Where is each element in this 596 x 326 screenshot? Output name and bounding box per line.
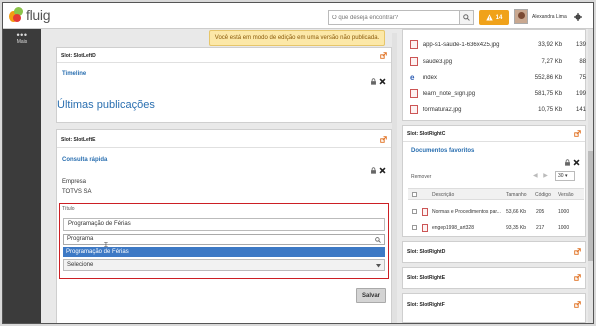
search-icon <box>375 237 381 243</box>
table-header: Descrição Tamanho Código Versão <box>408 188 584 200</box>
column-header[interactable]: Tamanho <box>506 192 527 198</box>
lock-icon[interactable] <box>370 167 377 174</box>
slot-edit-button[interactable] <box>574 301 581 310</box>
timeline-title: Timeline <box>62 71 87 77</box>
slot-title: Slot: SlotRightE <box>407 275 446 281</box>
slot-edit-button[interactable] <box>574 274 581 283</box>
column-header[interactable]: Versão <box>558 192 574 198</box>
row-checkbox[interactable] <box>412 209 417 214</box>
close-icon[interactable] <box>573 159 580 166</box>
lock-icon[interactable] <box>370 78 377 85</box>
select-field[interactable]: Selecione <box>63 259 385 271</box>
close-icon[interactable] <box>379 78 386 85</box>
table-row[interactable]: engep1998_art328 93,35 Kb 217 1000 <box>408 221 584 235</box>
more-icon[interactable]: ••• <box>3 31 41 40</box>
page-scrollbar[interactable] <box>588 29 593 323</box>
edit-layout-icon <box>380 52 387 59</box>
list-item[interactable]: formatura2.jpg 10,75 Kb 141 <box>410 101 586 118</box>
edit-mode-banner: Você está em modo de edição em uma versã… <box>209 30 385 46</box>
edit-layout-icon <box>574 248 581 255</box>
list-item[interactable]: saude3.jpg 7,27 Kb 88 <box>410 53 586 70</box>
fluig-logo-icon <box>9 7 23 23</box>
edit-layout-icon <box>380 136 387 143</box>
document-icon <box>422 224 428 232</box>
settings-button[interactable] <box>574 13 582 23</box>
widget-controls <box>370 78 386 85</box>
table-row[interactable]: Normas e Procedimentos par... 53,66 Kb 2… <box>408 205 584 219</box>
titulo-field[interactable]: Programação de Férias <box>63 218 385 231</box>
slot-title: Slot: SlotLeftE <box>61 137 96 143</box>
scrollbar-thumb[interactable] <box>588 151 593 261</box>
image-file-icon <box>410 89 418 98</box>
gear-icon <box>574 13 582 21</box>
edit-layout-icon <box>574 130 581 137</box>
slot-right-d-panel: Slot: SlotRightD <box>402 241 586 263</box>
lock-icon[interactable] <box>564 159 571 166</box>
slot-title: Slot: SlotLeftD <box>61 53 96 59</box>
search-icon <box>463 14 470 21</box>
image-file-icon <box>410 105 418 114</box>
list-item[interactable]: app-s1-saude-1-636x425.jpg 33,92 Kb 139 <box>410 36 586 53</box>
select-all-checkbox[interactable] <box>412 192 417 197</box>
remove-link[interactable]: Remover <box>411 174 431 180</box>
page-size-value: 30 <box>558 173 564 179</box>
slot-edit-button[interactable] <box>380 52 387 61</box>
logo-text: fluig <box>26 7 51 23</box>
search-input[interactable] <box>329 11 457 24</box>
edit-layout-icon <box>574 274 581 281</box>
app-window: fluig 14 Alexandra Lima ••• Mais Você es… <box>2 2 594 324</box>
row-checkbox[interactable] <box>412 225 417 230</box>
chevron-down-icon <box>376 264 381 268</box>
avatar <box>514 9 528 24</box>
quick-query-title: Consulta rápida <box>62 157 108 163</box>
notification-count: 14 <box>495 14 503 21</box>
titulo-label: Título <box>62 206 75 212</box>
warning-icon <box>485 14 493 21</box>
slot-left-d-panel: Slot: SlotLeftD Timeline <box>56 47 392 123</box>
image-file-icon <box>410 57 418 66</box>
left-sidebar: ••• Mais <box>3 29 41 323</box>
user-name: Alexandra Lima <box>532 13 567 20</box>
global-search <box>328 10 474 25</box>
dropdown-search-value: Programa <box>67 236 94 242</box>
favorite-docs-title: Documentos favoritos <box>411 148 475 154</box>
close-icon[interactable] <box>379 167 386 174</box>
dropdown-option[interactable]: Programação de Férias <box>63 247 385 257</box>
column-header[interactable]: Descrição <box>432 192 454 198</box>
select-placeholder: Selecione <box>67 262 94 268</box>
notifications-button[interactable]: 14 <box>479 10 509 25</box>
list-item[interactable]: learn_note_sign.jpg 581,75 Kb 199 <box>410 85 586 102</box>
save-button[interactable]: Salvar <box>356 288 386 303</box>
slot-right-e-panel: Slot: SlotRightE <box>402 267 586 289</box>
image-file-icon <box>410 40 418 49</box>
main-scrollbar[interactable] <box>392 33 397 323</box>
logo[interactable]: fluig <box>9 7 50 23</box>
edit-layout-icon <box>574 301 581 308</box>
slot-right-f-panel: Slot: SlotRightF <box>402 293 586 323</box>
dropdown-search-input[interactable]: Programa <box>63 234 385 245</box>
list-item[interactable]: e index 552,86 Kb 75 <box>410 69 586 86</box>
latest-posts-heading: Últimas publicações <box>57 99 155 111</box>
column-header[interactable]: Código <box>535 192 551 198</box>
sidebar-more-label[interactable]: Mais <box>3 39 41 45</box>
empresa-value: TOTVS SA <box>62 189 92 195</box>
pagination-arrows[interactable]: ◀ ▶ <box>533 172 550 179</box>
widget-controls <box>564 159 580 166</box>
document-icon <box>422 208 428 216</box>
ie-icon: e <box>410 73 415 82</box>
top-header: fluig 14 Alexandra Lima <box>3 3 593 29</box>
user-menu[interactable]: Alexandra Lima <box>514 9 567 24</box>
slot-edit-button[interactable] <box>574 130 581 139</box>
slot-edit-button[interactable] <box>574 248 581 257</box>
slot-title: Slot: SlotRightC <box>407 131 446 137</box>
slot-title: Slot: SlotRightD <box>407 249 446 255</box>
slot-edit-button[interactable] <box>380 136 387 145</box>
search-button[interactable] <box>459 11 473 24</box>
widget-controls <box>370 167 386 174</box>
page-size-select[interactable]: 30 ▾ <box>555 171 575 181</box>
slot-title: Slot: SlotRightF <box>407 302 445 308</box>
empresa-label: Empresa <box>62 179 87 185</box>
